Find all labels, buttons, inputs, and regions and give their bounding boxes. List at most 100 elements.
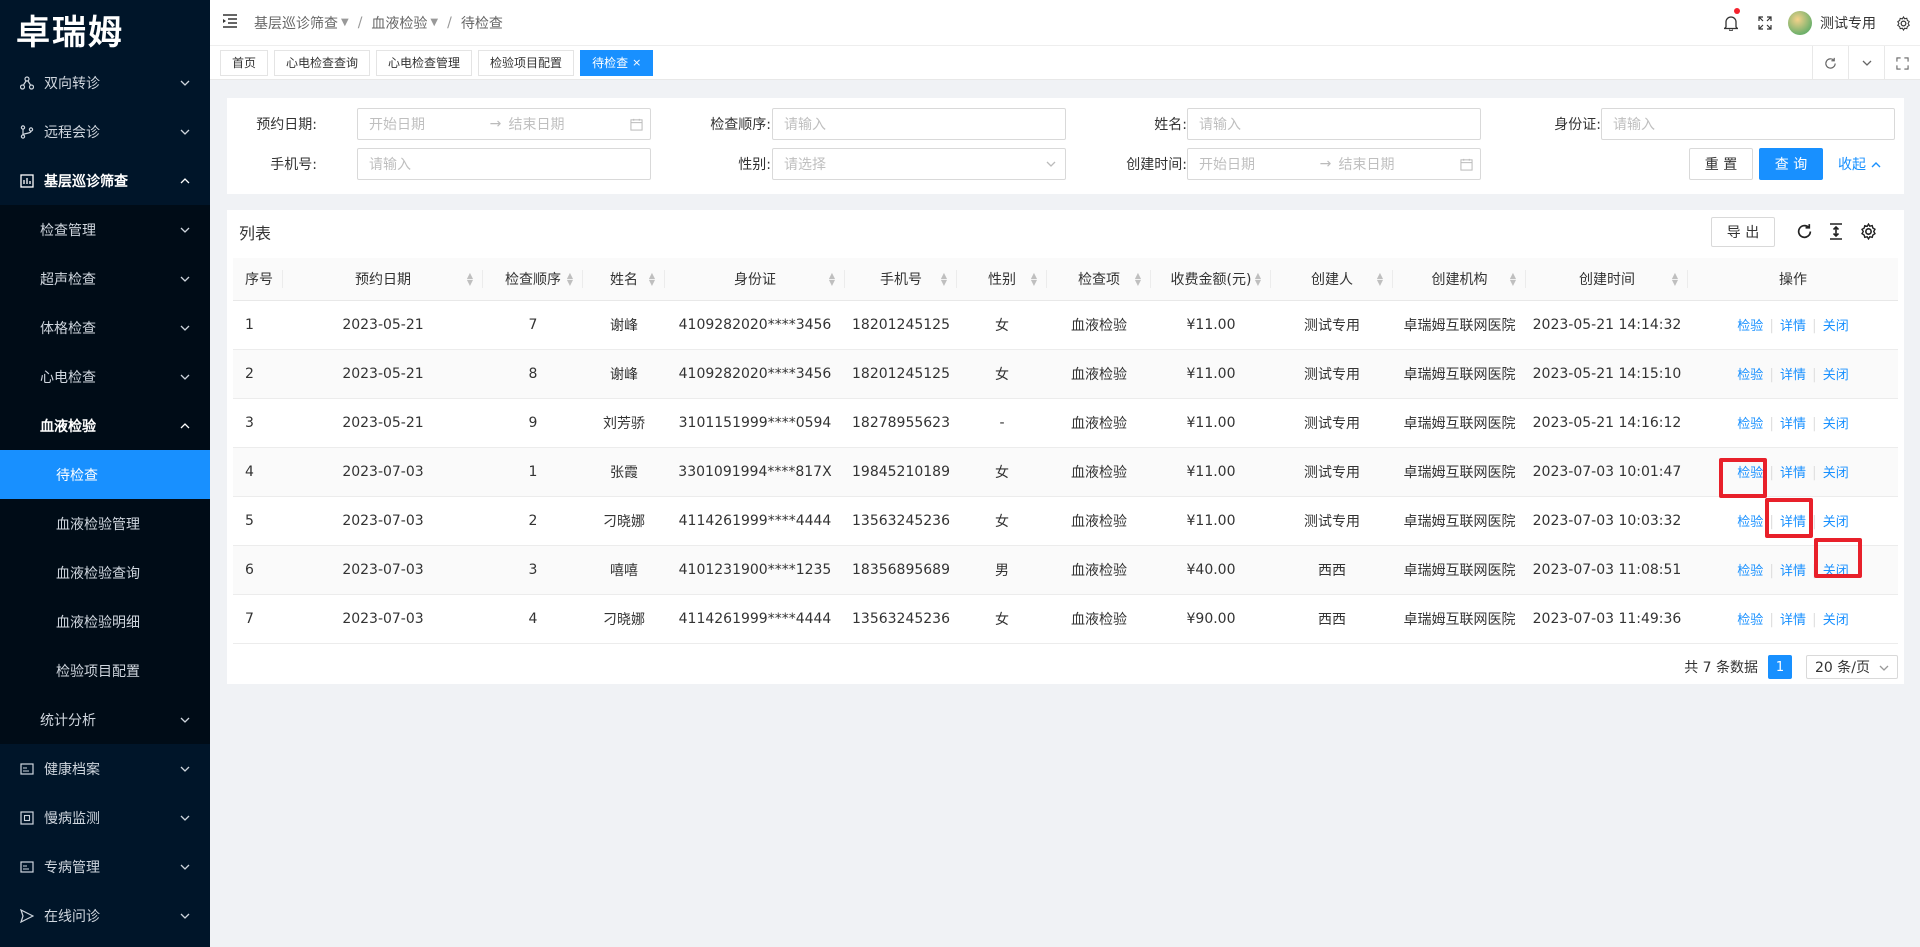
inspect-button[interactable]: 检验 — [1731, 515, 1769, 530]
sidebar-item-blood-query[interactable]: 血液检验查询 — [0, 548, 210, 597]
inspect-button[interactable]: 检验 — [1731, 368, 1769, 383]
sort-icon[interactable]: ▲ ▼ — [1135, 272, 1141, 287]
table-cell: 9 — [483, 398, 583, 448]
refresh-icon[interactable] — [1793, 220, 1815, 242]
start-date-input[interactable]: 开始日期 — [1199, 154, 1313, 174]
sidebar-item-disease[interactable]: 专病管理 — [0, 842, 210, 891]
column-header[interactable]: 姓名 ▲ ▼ — [583, 258, 665, 301]
close-button[interactable]: 关闭 — [1817, 613, 1855, 628]
close-icon[interactable]: × — [632, 56, 641, 69]
order-label: 检查顺序: — [710, 117, 771, 133]
column-header[interactable]: 检查顺序 ▲ ▼ — [483, 258, 583, 301]
sort-icon[interactable]: ▲ ▼ — [1510, 272, 1516, 287]
tab-ecg-mgmt[interactable]: 心电检查管理 — [376, 49, 473, 76]
column-header[interactable]: 检查项 ▲ ▼ — [1047, 258, 1151, 301]
sidebar-item-blood-test[interactable]: 血液检验 — [0, 401, 210, 450]
sidebar-item-test-config[interactable]: 检验项目配置 — [0, 646, 210, 695]
sidebar-item-blood-detail[interactable]: 血液检验明细 — [0, 597, 210, 646]
sidebar-item-referral[interactable]: 双向转诊 — [0, 58, 210, 107]
close-button[interactable]: 关闭 — [1817, 319, 1855, 334]
sidebar-item-ultrasound[interactable]: 超声检查 — [0, 254, 210, 303]
close-button[interactable]: 关闭 — [1817, 466, 1855, 481]
bell-icon[interactable] — [1714, 0, 1748, 46]
user-name[interactable]: 测试专用 — [1820, 13, 1876, 33]
appt-date-range[interactable]: 开始日期 → 结束日期 — [357, 108, 651, 140]
detail-button[interactable]: 详情 — [1774, 417, 1812, 432]
refresh-icon[interactable] — [1812, 46, 1848, 80]
sidebar-item-blood-mgmt[interactable]: 血液检验管理 — [0, 499, 210, 548]
detail-button[interactable]: 详情 — [1774, 466, 1812, 481]
column-header[interactable]: 收费金额(元) ▲ ▼ — [1151, 258, 1271, 301]
tab-home[interactable]: 首页 — [220, 49, 269, 76]
sidebar-item-online[interactable]: 在线问诊 — [0, 891, 210, 940]
sidebar-item-health-records[interactable]: 健康档案 — [0, 744, 210, 793]
fullscreen-icon[interactable] — [1748, 0, 1782, 46]
order-input[interactable]: 请输入 — [772, 108, 1066, 140]
expand-icon[interactable] — [1884, 46, 1920, 80]
column-header[interactable]: 创建机构 ▲ ▼ — [1393, 258, 1526, 301]
detail-button[interactable]: 详情 — [1774, 368, 1812, 383]
chevron-down-icon[interactable] — [1848, 46, 1884, 80]
sort-icon[interactable]: ▲ ▼ — [567, 272, 573, 287]
setting-icon[interactable] — [1857, 220, 1879, 242]
sidebar-item-consult[interactable]: 远程会诊 — [0, 107, 210, 156]
close-button[interactable]: 关闭 — [1817, 417, 1855, 432]
inspect-button[interactable]: 检验 — [1731, 564, 1769, 579]
start-date-input[interactable]: 开始日期 — [369, 114, 483, 134]
close-button[interactable]: 关闭 — [1817, 515, 1855, 530]
tab-ecg-query[interactable]: 心电检查查询 — [274, 49, 371, 76]
detail-button[interactable]: 详情 — [1774, 319, 1812, 334]
name-input[interactable]: 请输入 — [1187, 108, 1481, 140]
inspect-button[interactable]: 检验 — [1731, 319, 1769, 334]
menu-fold-icon[interactable] — [222, 13, 240, 32]
column-height-icon[interactable] — [1825, 220, 1847, 242]
column-header[interactable]: 创建时间 ▲ ▼ — [1526, 258, 1688, 301]
tab-test-config[interactable]: 检验项目配置 — [478, 49, 575, 76]
collapse-link[interactable]: 收起 — [1838, 154, 1881, 174]
sort-icon[interactable]: ▲ ▼ — [1377, 272, 1383, 287]
sidebar-item-stats[interactable]: 统计分析 — [0, 695, 210, 744]
sort-icon[interactable]: ▲ ▼ — [467, 272, 473, 287]
table-cell: 卓瑞姆互联网医院 — [1393, 545, 1526, 595]
sort-icon[interactable]: ▲ ▼ — [649, 272, 655, 287]
inspect-button[interactable]: 检验 — [1731, 417, 1769, 432]
query-button[interactable]: 查 询 — [1759, 148, 1823, 180]
close-button[interactable]: 关闭 — [1817, 368, 1855, 383]
phone-input[interactable]: 请输入 — [357, 148, 651, 180]
sort-icon[interactable]: ▲ ▼ — [1672, 272, 1678, 287]
detail-button[interactable]: 详情 — [1774, 613, 1812, 628]
column-header[interactable]: 创建人 ▲ ▼ — [1271, 258, 1393, 301]
sidebar-item-ecg[interactable]: 心电检查 — [0, 352, 210, 401]
gear-icon[interactable] — [1886, 0, 1920, 46]
end-date-input[interactable]: 结束日期 — [1339, 154, 1453, 174]
gender-select[interactable]: 请选择 — [772, 148, 1066, 180]
column-header[interactable]: 预约日期 ▲ ▼ — [283, 258, 483, 301]
sidebar-item-screening[interactable]: 基层巡诊筛查 — [0, 156, 210, 205]
sidebar-item-pending[interactable]: 待检查 — [0, 450, 210, 499]
table-cell: 测试专用 — [1271, 447, 1393, 497]
page-size-select[interactable]: 20 条/页 — [1806, 655, 1898, 679]
sidebar-item-exam-mgmt[interactable]: 检查管理 — [0, 205, 210, 254]
export-button[interactable]: 导 出 — [1711, 217, 1775, 247]
sidebar-item-physical[interactable]: 体格检查 — [0, 303, 210, 352]
column-header[interactable]: 性别 ▲ ▼ — [957, 258, 1047, 301]
page-number[interactable]: 1 — [1768, 655, 1792, 679]
detail-button[interactable]: 详情 — [1774, 564, 1812, 579]
sort-icon[interactable]: ▲ ▼ — [1031, 272, 1037, 287]
sidebar-item-chronic[interactable]: 慢病监测 — [0, 793, 210, 842]
sort-icon[interactable]: ▲ ▼ — [829, 272, 835, 287]
tab-pending[interactable]: 待检查 × — [580, 49, 654, 76]
end-date-input[interactable]: 结束日期 — [509, 114, 623, 134]
table-cell: ¥11.00 — [1151, 447, 1271, 497]
sort-icon[interactable]: ▲ ▼ — [941, 272, 947, 287]
column-header[interactable]: 手机号 ▲ ▼ — [845, 258, 957, 301]
sort-icon[interactable]: ▲ ▼ — [1255, 272, 1261, 287]
inspect-button[interactable]: 检验 — [1731, 613, 1769, 628]
created-date-range[interactable]: 开始日期 → 结束日期 — [1187, 148, 1481, 180]
reset-button[interactable]: 重 置 — [1689, 148, 1753, 180]
breadcrumb-item[interactable]: 基层巡诊筛查 — [254, 13, 338, 33]
avatar[interactable] — [1788, 11, 1812, 35]
id-input[interactable]: 请输入 — [1601, 108, 1895, 140]
breadcrumb-item[interactable]: 血液检验 — [371, 13, 427, 33]
column-header[interactable]: 身份证 ▲ ▼ — [665, 258, 845, 301]
